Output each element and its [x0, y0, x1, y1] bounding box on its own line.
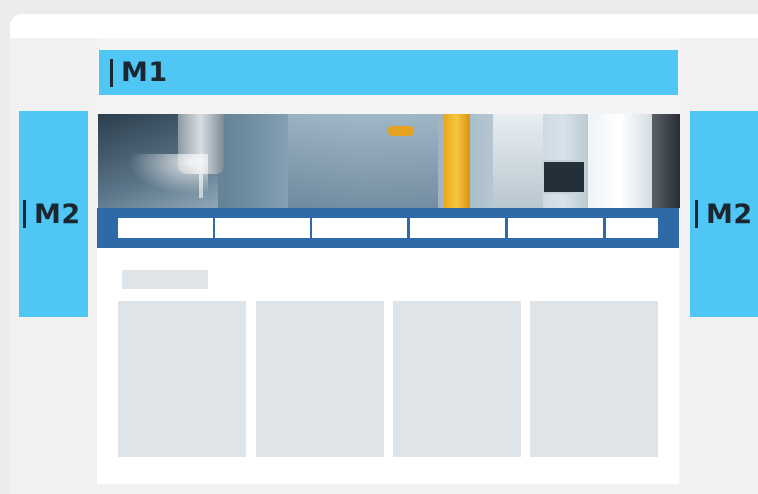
- slot-marker-icon: [695, 200, 698, 228]
- slot-label: M2: [34, 198, 81, 230]
- nav-item-1[interactable]: [118, 218, 213, 238]
- ad-slot-m2-left: M2: [19, 111, 88, 317]
- robot-arm: [388, 126, 414, 136]
- slot-marker-icon: [110, 58, 113, 87]
- content-card-3[interactable]: [393, 301, 521, 457]
- heading-placeholder: [122, 270, 208, 289]
- nav-item-5[interactable]: [508, 218, 603, 238]
- yellow-pillar: [444, 114, 470, 208]
- dark-edge: [652, 114, 680, 208]
- content-card-2[interactable]: [256, 301, 384, 457]
- slot-marker-icon: [23, 200, 26, 228]
- nav-item-2[interactable]: [215, 218, 310, 238]
- nav-item-6[interactable]: [606, 218, 658, 238]
- slot-label: M1: [121, 57, 168, 88]
- coolant-spray: [128, 154, 208, 194]
- cabinet: [588, 114, 652, 208]
- hero-image: [98, 114, 680, 208]
- nav-bar: [97, 208, 679, 248]
- workshop-background: [288, 114, 438, 208]
- nav-item-4[interactable]: [410, 218, 505, 238]
- ad-slot-m2-right: M2: [690, 111, 758, 317]
- control-screen: [542, 160, 586, 194]
- page-top-bar: [10, 14, 758, 38]
- nav-item-3[interactable]: [312, 218, 407, 238]
- content-card-1[interactable]: [118, 301, 246, 457]
- slot-label: M2: [706, 198, 753, 230]
- content-card-4[interactable]: [530, 301, 658, 457]
- machine-panel: [493, 114, 543, 208]
- ad-slot-m1: M1: [99, 50, 678, 95]
